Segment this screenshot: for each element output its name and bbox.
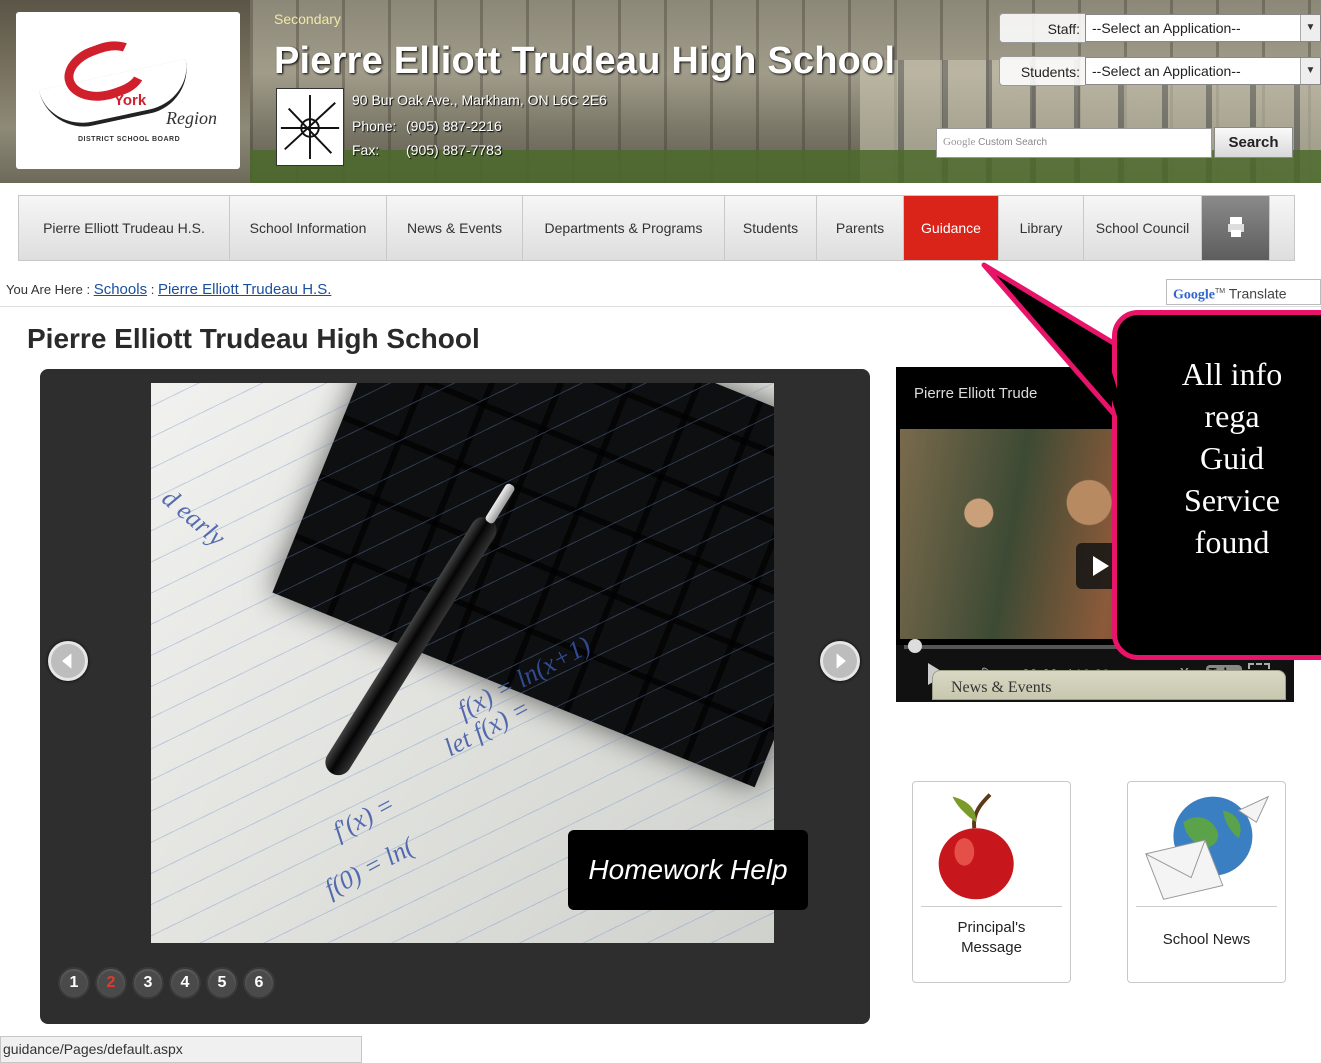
school-name[interactable]: Pierre Elliott Trudeau High School: [274, 40, 895, 83]
tile-principals-message[interactable]: Principal's Message: [912, 781, 1071, 983]
school-address: 90 Bur Oak Ave., Markham, ON L6C 2E6: [352, 92, 607, 108]
nav-item-school-information[interactable]: School Information: [230, 196, 387, 260]
logo-board-text: DISTRICT SCHOOL BOARD: [78, 136, 181, 143]
students-app-select[interactable]: --Select an Application-- ▼: [1085, 57, 1321, 85]
nav-item-students[interactable]: Students: [725, 196, 817, 260]
staff-select-value: --Select an Application--: [1092, 20, 1241, 36]
site-header: York Region DISTRICT SCHOOL BOARD Second…: [0, 0, 1321, 183]
slide-caption[interactable]: Homework Help: [568, 830, 808, 910]
school-type: Secondary: [274, 11, 341, 27]
tile-label: Principal's Message: [913, 918, 1070, 958]
slider-page-6[interactable]: 6: [243, 967, 275, 999]
breadcrumb-link-school[interactable]: Pierre Elliott Trudeau H.S.: [158, 281, 331, 298]
translate-label: Translate: [1228, 285, 1287, 302]
main-nav: Pierre Elliott Trudeau H.S. School Infor…: [18, 195, 1295, 261]
slider-page-2[interactable]: 2: [95, 967, 127, 999]
breadcrumb: You Are Here : Schools : Pierre Elliott …: [0, 271, 1321, 307]
globe-mail-icon: [1145, 795, 1270, 900]
board-logo[interactable]: York Region DISTRICT SCHOOL BOARD: [16, 12, 240, 169]
callout-line: Service: [1184, 482, 1280, 518]
school-emblem-icon: [276, 88, 344, 166]
breadcrumb-link-schools[interactable]: Schools: [94, 281, 147, 298]
chevron-down-icon[interactable]: ▼: [1300, 58, 1320, 84]
breadcrumb-prefix: You Are Here :: [6, 282, 91, 297]
nav-item-guidance[interactable]: Guidance: [904, 196, 999, 260]
nav-item-parents[interactable]: Parents: [817, 196, 904, 260]
staff-app-select[interactable]: --Select an Application-- ▼: [1085, 14, 1321, 42]
video-progress-handle[interactable]: [908, 639, 922, 653]
logo-region-text: Region: [166, 108, 217, 128]
search-button[interactable]: Search: [1214, 127, 1293, 158]
tile-label-line2: Message: [961, 939, 1022, 956]
slider-page-3[interactable]: 3: [132, 967, 164, 999]
google-brand: Google: [1173, 287, 1215, 303]
logo-york-text: York: [114, 92, 147, 109]
page-title: Pierre Elliott Trudeau High School: [27, 323, 480, 354]
breadcrumb-trail: You Are Here : Schools : Pierre Elliott …: [6, 281, 331, 298]
callout-line: Guid: [1200, 440, 1264, 476]
tile-label: School News: [1128, 930, 1285, 950]
apple-icon: [938, 793, 1014, 900]
nav-item-home[interactable]: Pierre Elliott Trudeau H.S.: [19, 196, 230, 260]
phone-label: Phone:: [352, 118, 397, 134]
tile-label-line1: School News: [1162, 931, 1251, 948]
slider-page-4[interactable]: 4: [169, 967, 201, 999]
fax-number: (905) 887-7783: [406, 142, 502, 158]
students-select-value: --Select an Application--: [1092, 63, 1241, 79]
search-placeholder: Custom Search: [978, 137, 1048, 148]
search-input[interactable]: Google Custom Search: [936, 128, 1212, 158]
breadcrumb-separator: :: [150, 282, 155, 297]
students-app-row: Students: --Select an Application-- ▼: [999, 56, 1321, 86]
callout-line: rega: [1204, 398, 1260, 434]
tile-label-line1: Principal's: [957, 919, 1026, 936]
slider-next-button[interactable]: [820, 641, 860, 681]
google-brand: Google: [943, 136, 976, 148]
nav-item-library[interactable]: Library: [999, 196, 1084, 260]
google-translate-button[interactable]: GoogleTM Translate: [1166, 279, 1321, 305]
news-events-box-header[interactable]: News & Events: [932, 670, 1286, 700]
annotation-callout: All info rega Guid Service found: [1112, 310, 1321, 660]
tile-school-news[interactable]: School News: [1127, 781, 1286, 983]
video-title[interactable]: Pierre Elliott Trude: [914, 385, 1037, 402]
tile-divider: [1136, 906, 1277, 907]
slider-page-1[interactable]: 1: [58, 967, 90, 999]
callout-line: found: [1194, 524, 1270, 560]
fax-label: Fax:: [352, 142, 380, 158]
chevron-down-icon[interactable]: ▼: [1300, 15, 1320, 41]
nav-item-school-council[interactable]: School Council: [1084, 196, 1202, 260]
school-phone: Phone: (905) 887-2216: [352, 118, 502, 134]
nav-item-news-events[interactable]: News & Events: [387, 196, 523, 260]
slider-page-5[interactable]: 5: [206, 967, 238, 999]
callout-line: All info: [1181, 356, 1283, 392]
tile-divider: [921, 906, 1062, 907]
staff-app-row: Staff: --Select an Application-- ▼: [999, 13, 1321, 43]
phone-number: (905) 887-2216: [406, 118, 502, 134]
school-fax: Fax: (905) 887-7783: [352, 142, 502, 158]
image-slider: d early f(x) = ln(x+1) let f(x) = f'(x) …: [40, 369, 870, 1024]
students-label: Students:: [999, 56, 1085, 86]
staff-label: Staff:: [999, 13, 1085, 43]
arrow-left-icon: [62, 653, 72, 669]
page-content: Pierre Elliott Trudeau H.S. School Infor…: [0, 183, 1321, 1063]
nav-item-departments-programs[interactable]: Departments & Programs: [523, 196, 725, 260]
print-button[interactable]: [1202, 196, 1270, 260]
printer-icon: [1227, 216, 1245, 241]
slider-prev-button[interactable]: [48, 641, 88, 681]
slider-pager: 1 2 3 4 5 6: [58, 967, 275, 999]
browser-status-bar: guidance/Pages/default.aspx: [0, 1036, 362, 1063]
arrow-right-icon: [836, 653, 846, 669]
